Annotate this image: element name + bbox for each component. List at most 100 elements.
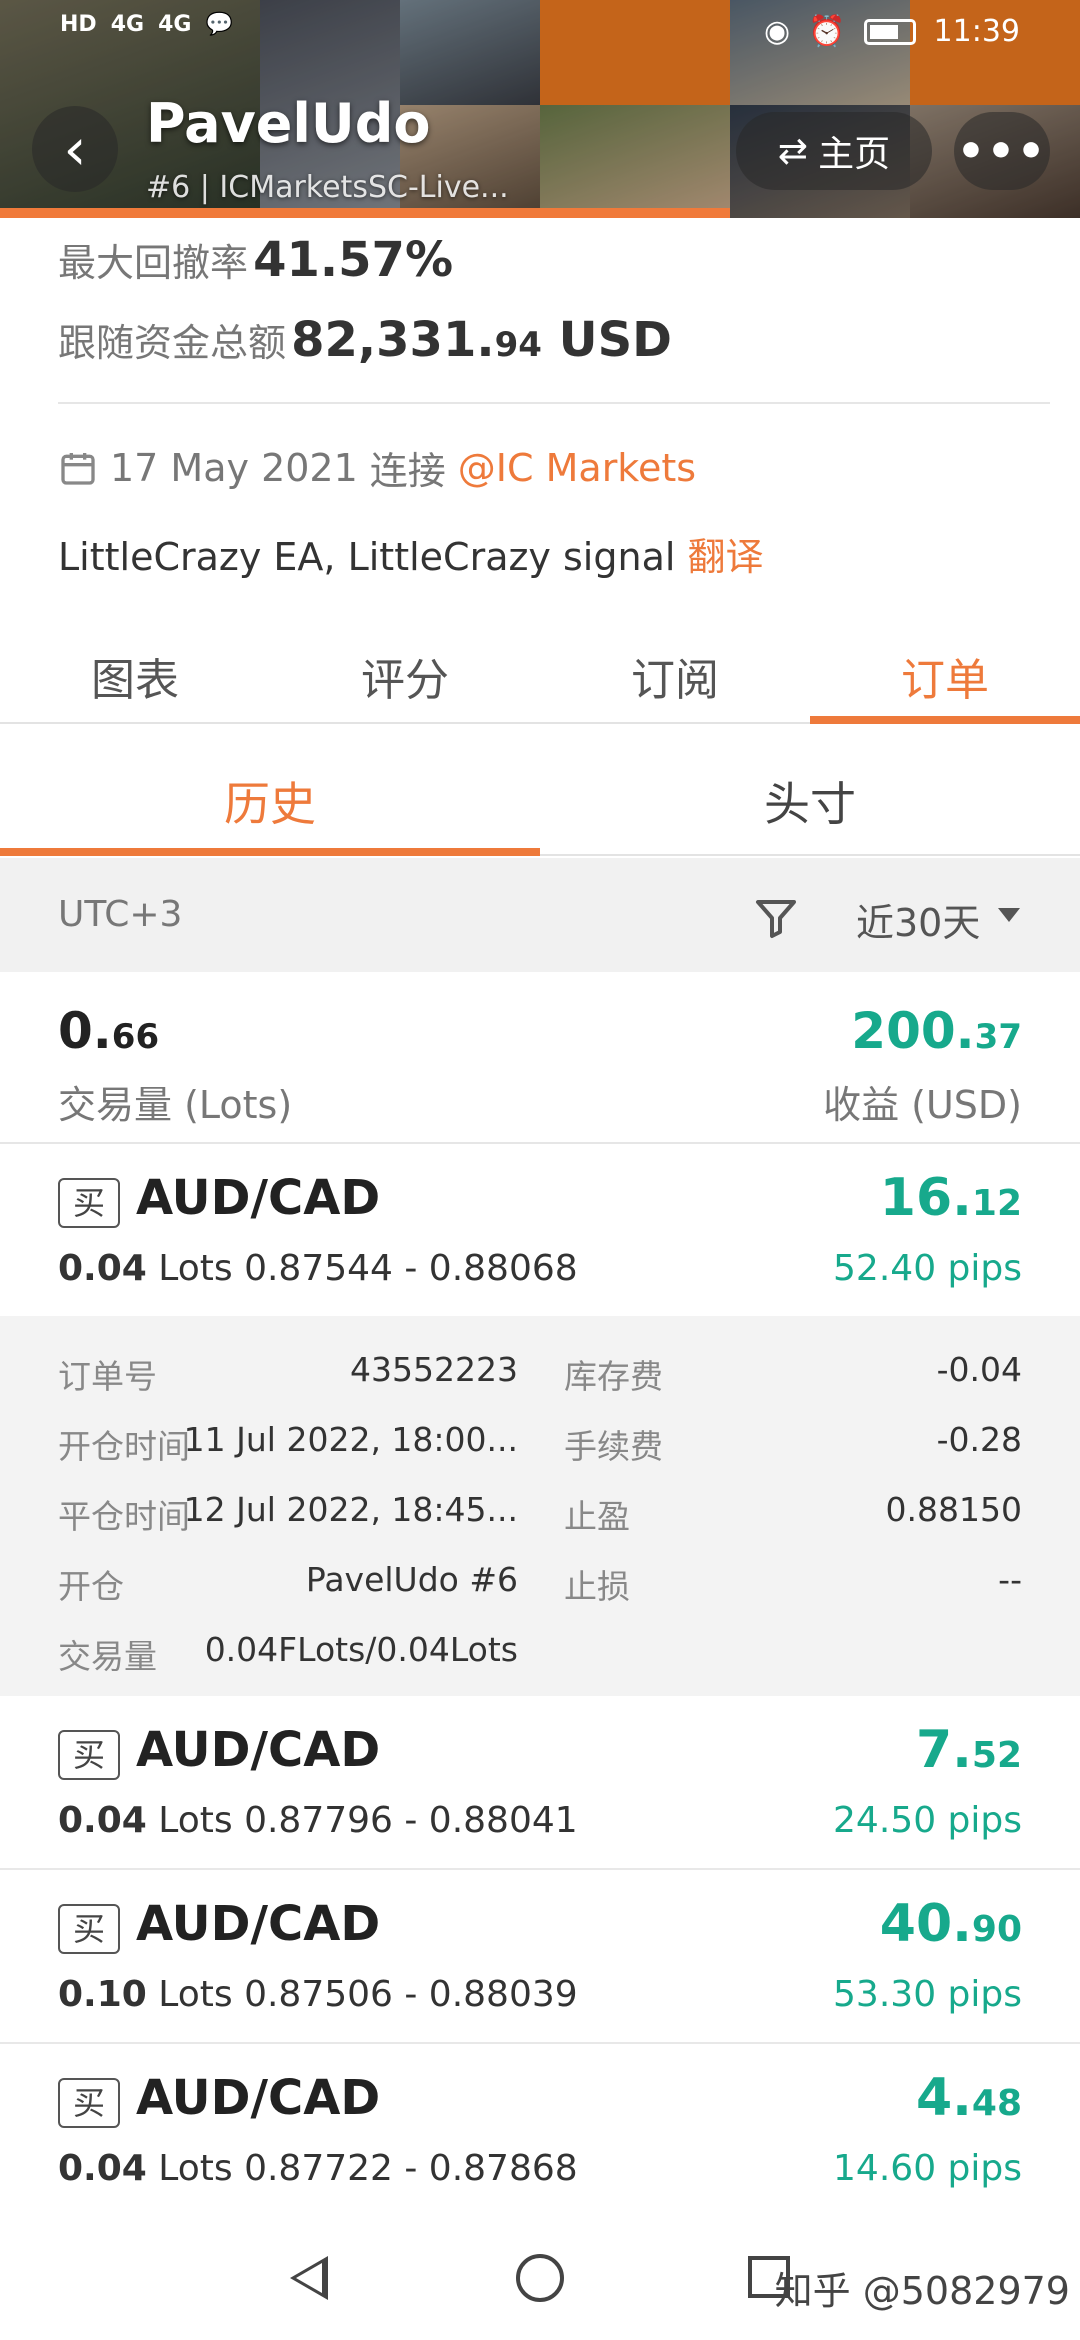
status-icons-left: HD 4G 4G 💬: [60, 12, 233, 37]
description-text: LittleCrazy EA, LittleCrazy signal: [58, 535, 676, 579]
signal-icon-2: 4G: [158, 12, 192, 37]
order-lots: 0.04 Lots 0.87544 - 0.88068: [58, 1248, 578, 1289]
page-title: PavelUdo: [146, 92, 431, 155]
back-button[interactable]: ‹: [32, 106, 118, 192]
order-profit: 7.52: [915, 1720, 1022, 1780]
open-time: 11 Jul 2022, 18:00...: [183, 1420, 518, 1459]
order-row[interactable]: 买 AUD/CAD 0.04 Lots 0.87796 - 0.88041 7.…: [0, 1696, 1080, 1870]
order-pair: AUD/CAD: [136, 1170, 381, 1226]
header-accent-line: [0, 208, 730, 218]
buy-badge: 买: [58, 2078, 120, 2128]
connection-word: 连接: [369, 449, 446, 493]
hd-icon: HD: [60, 12, 97, 37]
funds-row: 跟随资金总额 82,331.94 USD: [58, 312, 1038, 368]
filter-bar: UTC+3 近30天: [0, 858, 1080, 972]
order-pips: 24.50 pips: [833, 1800, 1022, 1841]
chevron-down-icon[interactable]: [998, 908, 1020, 922]
more-button[interactable]: •••: [954, 112, 1050, 190]
profit-value: 200.37: [851, 1002, 1022, 1060]
order-row[interactable]: 买 AUD/CAD 0.10 Lots 0.87506 - 0.88039 40…: [0, 1870, 1080, 2044]
buy-badge: 买: [58, 1730, 120, 1780]
drawdown-value: 41.57%: [253, 232, 454, 288]
close-time: 12 Jul 2022, 18:45...: [183, 1490, 518, 1529]
take-profit-value: 0.88150: [885, 1490, 1022, 1529]
commission-value: -0.28: [936, 1420, 1022, 1459]
funds-value: 82,331.94 USD: [291, 312, 673, 368]
timezone-label: UTC+3: [58, 894, 183, 935]
summary-row: 0.66 交易量 (Lots) 200.37 收益 (USD): [0, 972, 1080, 1144]
volume-label: 交易量 (Lots): [58, 1083, 293, 1127]
subtab-positions[interactable]: 头寸: [540, 730, 1080, 854]
swap-value: -0.04: [936, 1350, 1022, 1389]
order-row[interactable]: 买 AUD/CAD 0.04 Lots 0.87544 - 0.88068 16…: [0, 1144, 1080, 1318]
order-pips: 53.30 pips: [833, 1974, 1022, 2015]
range-dropdown[interactable]: 近30天: [856, 892, 980, 947]
opened-by: PavelUdo #6: [305, 1560, 518, 1599]
main-tabs: 图表 评分 订阅 订单: [0, 612, 1080, 724]
more-icon: •••: [956, 125, 1048, 177]
connection-row: 17 May 2021 连接 @IC Markets: [58, 440, 1038, 495]
volume-summary: 0.66 交易量 (Lots): [58, 1002, 292, 1129]
tab-chart[interactable]: 图表: [0, 612, 270, 722]
order-lots: 0.10 Lots 0.87506 - 0.88039: [58, 1974, 578, 2015]
subtab-history[interactable]: 历史: [0, 730, 540, 856]
order-profit: 40.90: [879, 1894, 1022, 1954]
tab-subscribe[interactable]: 订阅: [540, 612, 810, 722]
close-time-label: 平仓时间: [58, 1497, 190, 1536]
alarm-icon: ⏰: [808, 14, 846, 49]
battery-icon: [863, 18, 916, 45]
swap-label: 库存费: [564, 1357, 663, 1396]
broker-link[interactable]: @IC Markets: [458, 446, 696, 490]
translate-link[interactable]: 翻译: [688, 535, 764, 579]
buy-badge: 买: [58, 1904, 120, 1954]
signal-icon: 4G: [110, 12, 145, 37]
filter-icon[interactable]: [752, 894, 800, 942]
drawdown-row: 最大回撤率 41.57%: [58, 232, 1038, 288]
description-row: LittleCrazy EA, LittleCrazy signal 翻译: [58, 526, 1038, 581]
nav-home-icon[interactable]: [516, 2254, 564, 2302]
calendar-icon: [61, 452, 95, 485]
order-row[interactable]: 买 AUD/CAD 0.04 Lots 0.87722 - 0.87868 4.…: [0, 2044, 1080, 2218]
take-profit-label: 止盈: [564, 1497, 630, 1536]
order-pips: 52.40 pips: [833, 1248, 1022, 1289]
tab-rating[interactable]: 评分: [270, 612, 540, 722]
commission-label: 手续费: [564, 1427, 663, 1466]
wechat-icon: 💬: [205, 12, 233, 37]
detail-volume-label: 交易量: [58, 1637, 157, 1676]
order-pair: AUD/CAD: [136, 2070, 381, 2126]
profile-header: HD 4G 4G 💬 ◉ ⏰ 11:39 ‹ PavelUdo #6 | ICM…: [0, 0, 1080, 218]
order-profit: 16.12: [879, 1168, 1022, 1228]
detail-volume: 0.04FLots/0.04Lots: [204, 1630, 518, 1669]
system-nav-bar: 知乎 @5082979: [0, 2216, 1080, 2340]
open-time-label: 开仓时间: [58, 1427, 190, 1466]
stop-loss-label: 止损: [564, 1567, 630, 1606]
order-subtabs: 历史 头寸: [0, 730, 1080, 856]
volume-value: 0.66: [58, 1002, 160, 1060]
status-icons-right: ◉ ⏰ 11:39: [764, 14, 1020, 49]
watermark-text: 知乎 @5082979: [774, 2269, 1070, 2313]
connection-date: 17 May 2021: [110, 445, 358, 490]
eye-icon: ◉: [763, 14, 791, 49]
profit-summary: 200.37 收益 (USD): [823, 1002, 1022, 1129]
order-pair: AUD/CAD: [136, 1896, 381, 1952]
order-pair: AUD/CAD: [136, 1722, 381, 1778]
profit-label: 收益 (USD): [823, 1083, 1022, 1127]
stop-loss-value: --: [998, 1560, 1022, 1599]
clock-time: 11:39: [933, 14, 1020, 49]
funds-label: 跟随资金总额: [58, 321, 287, 365]
switch-icon: ⇄: [777, 130, 809, 172]
order-pips: 14.60 pips: [833, 2148, 1022, 2189]
tab-orders[interactable]: 订单: [810, 612, 1080, 724]
back-arrow-icon: ‹: [63, 115, 87, 183]
order-profit: 4.48: [915, 2068, 1022, 2128]
order-number-label: 订单号: [58, 1357, 157, 1396]
account-subtitle: #6 | ICMarketsSC-Live...: [146, 170, 509, 205]
order-number: 43552223: [350, 1350, 518, 1389]
order-detail-panel: 订单号 43552223 库存费 -0.04 开仓时间 11 Jul 2022,…: [0, 1316, 1080, 1696]
status-bar: HD 4G 4G 💬 ◉ ⏰ 11:39: [0, 0, 1080, 70]
order-lots: 0.04 Lots 0.87722 - 0.87868: [58, 2148, 578, 2189]
opened-by-label: 开仓: [58, 1567, 124, 1606]
home-button-label: 主页: [818, 134, 891, 175]
nav-back-icon[interactable]: [290, 2256, 328, 2300]
home-button[interactable]: ⇄ 主页: [736, 112, 932, 190]
